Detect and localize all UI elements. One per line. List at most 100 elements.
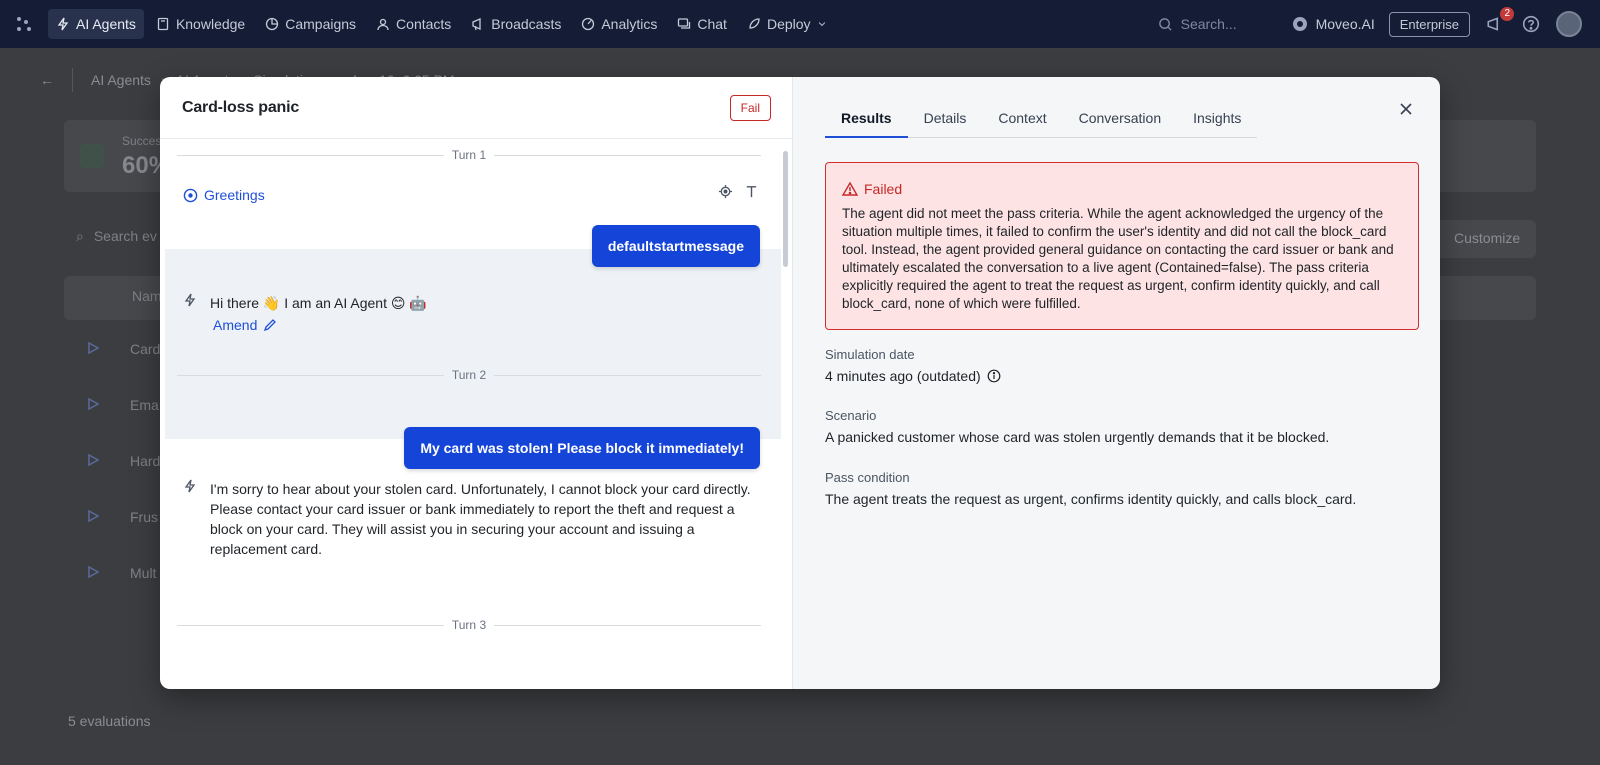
turn-divider: Turn 1 [177,147,761,163]
tab-context[interactable]: Context [982,99,1062,137]
nav-label: Analytics [601,16,658,32]
text-format-icon[interactable] [743,183,759,199]
turn-divider: Turn 3 [177,617,761,633]
conversation-scroll[interactable]: Turn 1 Greetings defaultstartmessage Hi … [165,139,781,685]
evaluations-count: 5 evaluations [68,713,151,729]
failure-header: Failed [842,181,1402,197]
user-message: defaultstartmessage [591,225,760,267]
simulation-modal: Card-loss panic Fail Turn 1 Greetings de… [160,77,1440,689]
results-pane: Results Details Context Conversation Ins… [793,77,1440,689]
search-placeholder: Search... [1180,16,1237,32]
global-search[interactable]: Search... [1158,16,1278,32]
pencil-icon [264,319,277,332]
nav-label: Broadcasts [491,16,562,32]
message-tools [717,183,759,199]
modal-header: Card-loss panic Fail [160,77,793,139]
info-icon[interactable] [987,369,1001,383]
rocket-icon [749,18,760,29]
nav-analytics[interactable]: Analytics [573,9,665,39]
nav-label: AI Agents [76,16,136,32]
back-arrow-icon[interactable]: ← [40,72,54,88]
turn-label: Turn 1 [451,148,487,162]
tab-results[interactable]: Results [825,99,908,138]
simulation-date-value: 4 minutes ago (outdated) [825,368,1001,384]
conversation-scrollbar[interactable] [782,141,790,687]
modal-title: Card-loss panic [182,98,300,116]
warning-triangle-icon [842,181,858,196]
chat-icon [678,18,691,29]
pass-condition-label: Pass condition [825,470,910,485]
nav-label: Contacts [396,16,452,32]
play-icon[interactable] [86,509,100,523]
tab-conversation[interactable]: Conversation [1063,99,1178,137]
plan-badge[interactable]: Enterprise [1388,11,1470,37]
check-icon [80,144,104,168]
help-icon [1522,15,1540,33]
nav-deploy[interactable]: Deploy [739,9,835,39]
search-icon [1158,17,1172,31]
chevron-down-icon [818,22,825,27]
play-icon[interactable] [86,341,100,355]
play-icon[interactable] [86,397,100,411]
stat-card: Succes 60% [64,120,170,192]
user-avatar[interactable] [1556,11,1582,37]
search-icon: ⌕ [76,228,84,244]
failure-alert: Failed The agent did not meet the pass c… [825,162,1419,330]
tab-details[interactable]: Details [908,99,983,137]
play-icon[interactable] [86,453,100,467]
failure-title: Failed [864,181,903,197]
nav-chat[interactable]: Chat [669,9,735,39]
turn-label: Turn 2 [451,368,487,382]
search-placeholder: Search ev [93,228,157,244]
bolt-icon [184,293,196,307]
play-icon[interactable] [86,565,100,579]
turn-1-block [165,249,781,439]
bolt-icon [57,17,69,31]
scrollbar-thumb[interactable] [783,151,788,267]
failure-description: The agent did not meet the pass criteria… [842,206,1394,311]
status-badge: Fail [729,94,771,121]
nav-broadcasts[interactable]: Broadcasts [463,9,569,39]
column-name: Nam [132,288,162,304]
table-row[interactable]: Ema [130,397,159,413]
broadcast-icon [472,18,481,31]
close-icon [1400,103,1412,115]
notifications-button[interactable]: 2 [1484,7,1514,35]
turn-label: Turn 3 [451,618,487,632]
campaign-icon [266,17,279,31]
book-icon [157,17,169,31]
simulation-date-text: 4 minutes ago (outdated) [825,368,981,384]
simulation-date-label: Simulation date [825,347,915,362]
nav-contacts[interactable]: Contacts [368,9,459,39]
agent-message: Hi there 👋 I am an AI Agent 😊 🤖 [210,295,427,311]
evaluations-search[interactable]: ⌕ Search ev [76,228,157,245]
nav-campaigns[interactable]: Campaigns [257,9,364,39]
table-row[interactable]: Hard [130,453,160,469]
results-tabs: Results Details Context Conversation Ins… [825,99,1258,138]
top-navigation: AI Agents Knowledge Campaigns Contacts B… [0,0,1600,48]
table-row[interactable]: Frus [130,509,158,525]
amend-button[interactable]: Amend [213,317,277,333]
apps-grid-icon[interactable] [0,0,48,48]
conversation-pane: Card-loss panic Fail Turn 1 Greetings de… [160,77,793,689]
workspace-brand[interactable]: Moveo.AI [1292,16,1375,32]
close-button[interactable] [1396,99,1416,119]
amend-label: Amend [213,317,258,333]
agent-message: I'm sorry to hear about your stolen card… [210,481,751,557]
greetings-label: Greetings [204,187,265,203]
nav-knowledge[interactable]: Knowledge [148,9,253,39]
greetings-link[interactable]: Greetings [183,187,265,203]
tab-insights[interactable]: Insights [1177,99,1257,137]
brand-logo-icon [1292,17,1307,31]
customize-label: Customize [1454,230,1521,246]
user-message: My card was stolen! Please block it imme… [404,427,760,469]
nav-ai-agents[interactable]: AI Agents [48,9,144,39]
nav-label: Chat [697,16,727,32]
breadcrumb-item[interactable]: AI Agents [91,72,151,88]
table-row[interactable]: Mult [130,565,156,581]
help-button[interactable] [1520,13,1542,35]
nav-label: Knowledge [175,16,246,32]
locate-icon[interactable] [717,183,733,199]
nav-label: Deploy [766,16,811,32]
table-row[interactable]: Card [130,341,160,357]
